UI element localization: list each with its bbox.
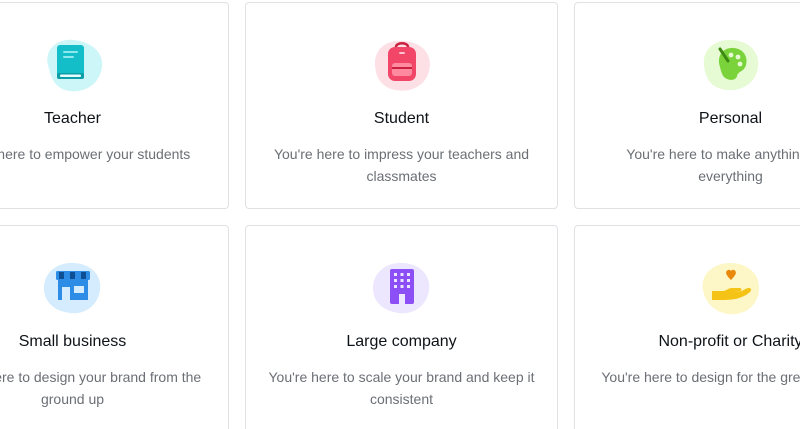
- card-description: You're here to impress your teachers and…: [273, 146, 530, 184]
- card-title: Teacher: [44, 110, 101, 127]
- palette-icon: [698, 35, 764, 95]
- heart-hand-icon: [698, 258, 764, 318]
- card-non-profit[interactable]: Non-profit or Charity You're here to des…: [574, 225, 800, 429]
- card-title: Large company: [346, 333, 457, 350]
- card-description: You're here to empower your students: [0, 146, 191, 162]
- storefront-icon: [40, 258, 106, 318]
- role-selection-grid: Teacher You're here to empower your stud…: [0, 0, 800, 429]
- office-building-icon: [369, 258, 435, 318]
- card-description: You're here to scale your brand and keep…: [268, 369, 535, 407]
- card-teacher[interactable]: Teacher You're here to empower your stud…: [0, 2, 229, 209]
- card-title: Student: [373, 110, 430, 127]
- card-title: Small business: [18, 333, 127, 350]
- card-large-company[interactable]: Large company You're here to scale your …: [245, 225, 558, 429]
- book-icon: [40, 35, 106, 95]
- card-student[interactable]: Student You're here to impress your teac…: [245, 2, 558, 209]
- card-small-business[interactable]: Small business You're here to design you…: [0, 225, 229, 429]
- card-title: Personal: [698, 110, 763, 127]
- card-description: You're here to design your brand from th…: [0, 369, 202, 407]
- backpack-icon: [369, 35, 435, 95]
- card-description: You're here to make anything and everyth…: [626, 146, 800, 184]
- card-description: You're here to design for the greater go…: [601, 369, 800, 385]
- card-personal[interactable]: Personal You're here to make anything an…: [574, 2, 800, 209]
- card-title: Non-profit or Charity: [658, 333, 800, 350]
